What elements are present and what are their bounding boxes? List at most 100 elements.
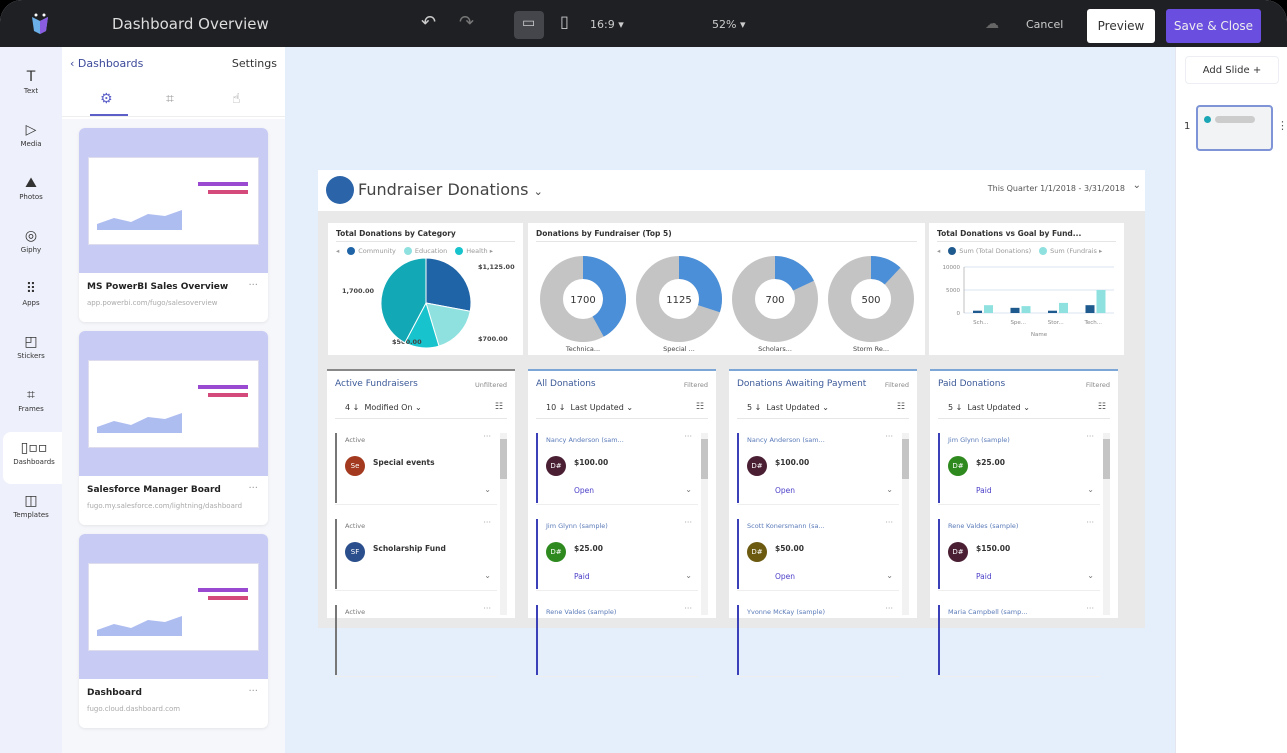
chevron-down-icon[interactable]: ⌄ (484, 571, 491, 580)
more-options-icon[interactable]: ··· (684, 604, 692, 613)
more-options-icon[interactable]: ··· (483, 432, 491, 441)
list-item[interactable]: Yvonne McKay (sample) ··· (737, 599, 899, 677)
rail-item-photos[interactable]: ⛰ Photos (0, 167, 62, 219)
rail-item-templates[interactable]: ◫ Templates (0, 485, 62, 537)
mobile-view-icon[interactable]: ▯ (560, 12, 569, 31)
more-options-icon[interactable]: ··· (885, 518, 893, 527)
chevron-down-icon[interactable]: ⌄ (886, 571, 893, 580)
sort-control[interactable]: 4 ↓ Modified On ⌄ (345, 403, 422, 412)
bar[interactable] (973, 310, 982, 313)
redo-icon[interactable]: ↷ (459, 12, 474, 33)
list-item[interactable]: Jim Glynn (sample) ··· D# $25.00 Paid ⌄ (938, 427, 1100, 505)
scrollbar[interactable] (701, 433, 708, 615)
list-item[interactable]: Scott Konersmann (sa... ··· D# $50.00 Open ⌄ (737, 513, 899, 591)
more-options-icon[interactable]: ··· (1086, 432, 1094, 441)
undo-icon[interactable]: ↶ (421, 12, 436, 33)
donut-value-arc[interactable] (774, 256, 814, 292)
bar[interactable] (1048, 310, 1057, 313)
chevron-down-icon[interactable]: ⌄ (484, 485, 491, 494)
more-options-icon[interactable]: ··· (684, 518, 692, 527)
item-header: Active (345, 436, 366, 444)
rail-item-apps[interactable]: ⠿ Apps (0, 273, 62, 325)
document-title[interactable]: Dashboard Overview (112, 15, 269, 33)
save-close-button[interactable]: Save & Close (1166, 9, 1261, 43)
cancel-button[interactable]: Cancel (1026, 18, 1063, 31)
bar[interactable] (1096, 290, 1106, 313)
more-options-icon[interactable]: ··· (483, 518, 491, 527)
more-options-icon[interactable]: ··· (248, 483, 258, 494)
scrollbar[interactable] (500, 433, 507, 615)
rail-item-media[interactable]: ▷ Media (0, 114, 62, 166)
slide-more-icon[interactable]: ⋮ (1277, 119, 1287, 132)
more-options-icon[interactable]: ··· (483, 604, 491, 613)
more-options-icon[interactable]: ··· (885, 604, 893, 613)
gear-icon[interactable]: ⚙ (100, 91, 113, 107)
list-title[interactable]: Active Fundraisers (335, 379, 418, 389)
more-options-icon[interactable]: ··· (885, 432, 893, 441)
list-item[interactable]: Rene Valdes (sample) ··· D# $150.00 Paid ⌄ (938, 513, 1100, 591)
sort-control[interactable]: 10 ↓ Last Updated ⌄ (546, 403, 633, 412)
chevron-down-icon[interactable]: ⌄ (1087, 485, 1094, 494)
dashboard-card[interactable]: Dashboard fugo.cloud.dashboard.com ··· (79, 534, 268, 728)
crop-icon[interactable]: ⌗ (166, 91, 174, 107)
list-item[interactable]: Nancy Anderson (sam... ··· D# $100.00 Open ⌄ (536, 427, 698, 505)
donut-value-arc[interactable] (870, 256, 901, 285)
rail-item-frames[interactable]: ⌗ Frames (0, 379, 62, 431)
chevron-down-icon[interactable]: ⌄ (685, 485, 692, 494)
desktop-view-button[interactable]: ▭ (514, 11, 544, 39)
view-options-icon[interactable]: ☷ (696, 402, 704, 412)
list-item[interactable]: Active ··· (335, 599, 497, 677)
list-item[interactable]: Maria Campbell (samp... ··· (938, 599, 1100, 677)
bar[interactable] (1021, 306, 1031, 313)
rail-item-text[interactable]: T Text (0, 61, 62, 113)
chevron-down-icon[interactable]: ⌄ (886, 485, 893, 494)
list-item[interactable]: Jim Glynn (sample) ··· D# $25.00 Paid ⌄ (536, 513, 698, 591)
item-value: $25.00 (976, 458, 1005, 467)
rail-item-dashboards[interactable]: ▯▫▫ Dashboards (3, 432, 65, 484)
preview-button[interactable]: Preview (1087, 9, 1155, 43)
more-options-icon[interactable]: ··· (248, 686, 258, 697)
more-options-icon[interactable]: ··· (1086, 518, 1094, 527)
more-options-icon[interactable]: ··· (248, 280, 258, 291)
sort-control[interactable]: 5 ↓ Last Updated ⌄ (747, 403, 829, 412)
chevron-down-icon[interactable]: ⌄ (1133, 180, 1141, 191)
zoom-dropdown[interactable]: 52% ▾ (712, 18, 745, 31)
bar[interactable] (1059, 302, 1068, 313)
list-item[interactable]: Active ··· Se Special events ⌄ (335, 427, 497, 505)
add-slide-button[interactable]: Add Slide + (1185, 56, 1279, 84)
rail-item-giphy[interactable]: ◎ Giphy (0, 220, 62, 272)
sort-control[interactable]: 5 ↓ Last Updated ⌄ (948, 403, 1030, 412)
bar[interactable] (984, 305, 993, 313)
app-logo-icon[interactable] (30, 13, 50, 35)
dashboard-title[interactable]: Fundraiser Donations ⌄ (358, 180, 543, 199)
bar[interactable] (1085, 305, 1095, 313)
dashboard-url: app.powerbi.com/fugo/salesoverview (87, 299, 218, 307)
touch-icon[interactable]: ☝ (232, 91, 241, 107)
view-options-icon[interactable]: ☷ (495, 402, 503, 412)
bar[interactable] (1010, 307, 1020, 313)
view-options-icon[interactable]: ☷ (1098, 402, 1106, 412)
dashboard-card[interactable]: Salesforce Manager Board fugo.my.salesfor… (79, 331, 268, 525)
list-title[interactable]: Donations Awaiting Payment (737, 379, 866, 389)
dashboard-card[interactable]: MS PowerBI Sales Overview app.powerbi.com… (79, 128, 268, 322)
more-options-icon[interactable]: ··· (684, 432, 692, 441)
pie-slice[interactable] (425, 257, 472, 312)
list-item[interactable]: Nancy Anderson (sam... ··· D# $100.00 Open ⌄ (737, 427, 899, 505)
rail-item-stickers[interactable]: ◰ Stickers (0, 326, 62, 378)
slide-thumbnail[interactable] (1196, 105, 1273, 151)
more-options-icon[interactable]: ··· (1086, 604, 1094, 613)
chevron-down-icon[interactable]: ⌄ (685, 571, 692, 580)
scrollbar[interactable] (902, 433, 909, 615)
list-title[interactable]: All Donations (536, 379, 596, 389)
view-options-icon[interactable]: ☷ (897, 402, 905, 412)
item-header: Yvonne McKay (sample) (747, 608, 826, 616)
aspect-ratio-dropdown[interactable]: 16:9 ▾ (590, 18, 624, 31)
date-range-filter[interactable]: This Quarter 1/1/2018 - 3/31/2018 (988, 184, 1125, 193)
item-header: Rene Valdes (sample) (546, 608, 617, 616)
chevron-down-icon[interactable]: ⌄ (1087, 571, 1094, 580)
back-to-dashboards-link[interactable]: ‹ Dashboards (70, 57, 143, 70)
list-item[interactable]: Rene Valdes (sample) ··· (536, 599, 698, 677)
list-item[interactable]: Active ··· SF Scholarship Fund ⌄ (335, 513, 497, 591)
list-title[interactable]: Paid Donations (938, 379, 1005, 389)
scrollbar[interactable] (1103, 433, 1110, 615)
